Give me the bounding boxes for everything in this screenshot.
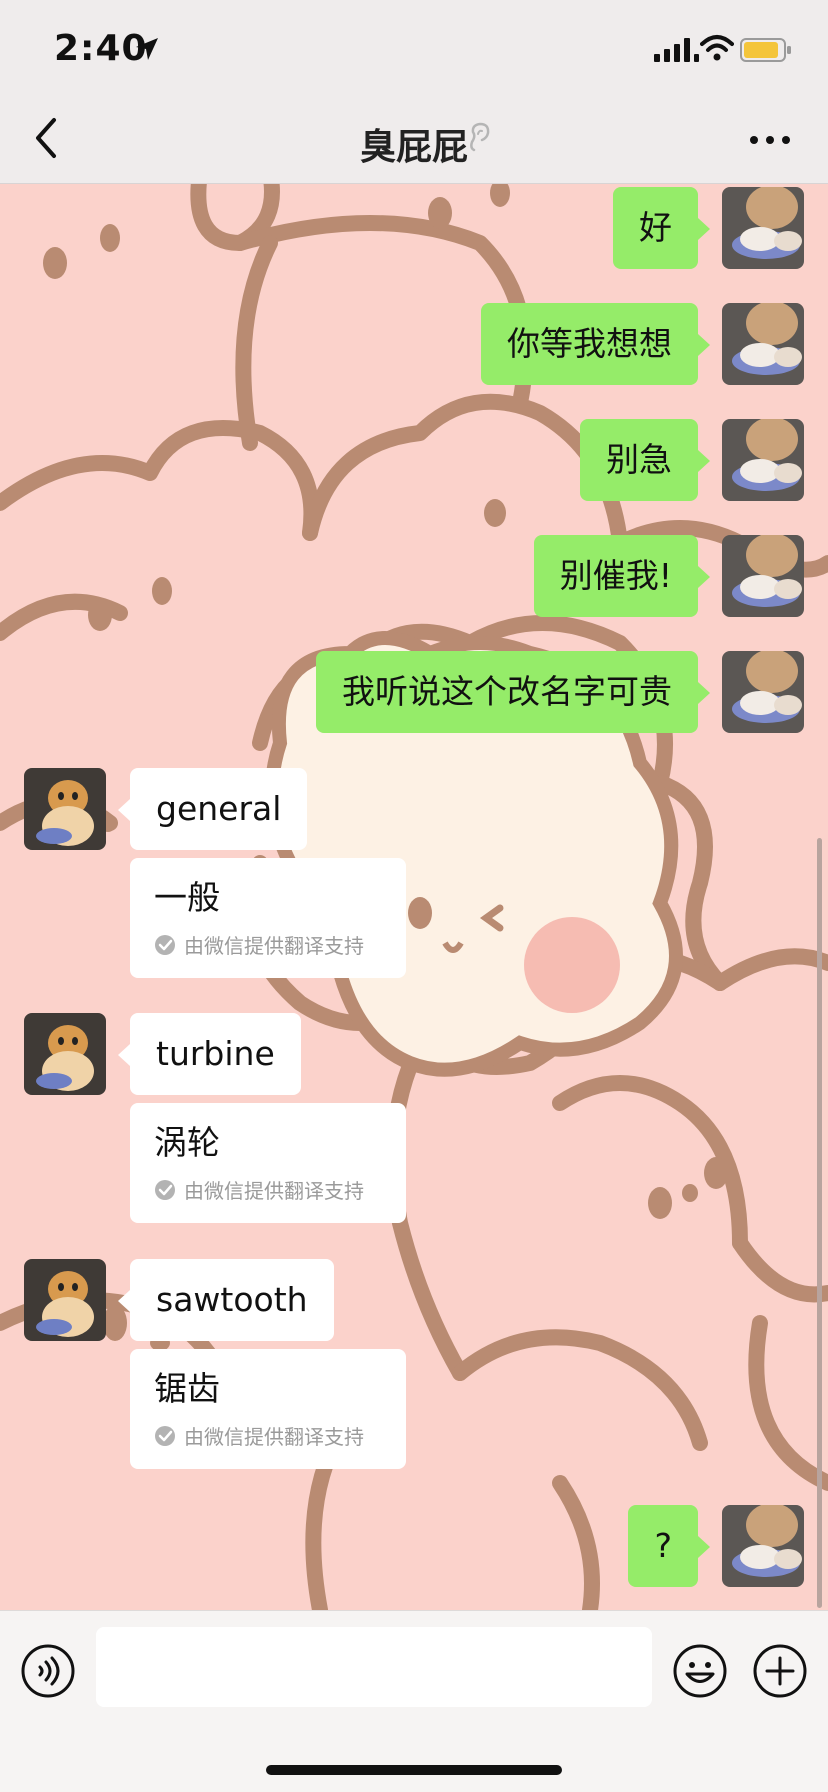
bubble-tail: [118, 1290, 130, 1312]
top-bar: 2:40 臭屁屁: [0, 0, 828, 184]
translation-text: 锯齿: [154, 1369, 220, 1408]
bubble-tail: [698, 334, 710, 356]
message-bubble-mine[interactable]: 别急: [580, 419, 698, 501]
translation-card[interactable]: 一般 由微信提供翻译支持: [130, 858, 406, 978]
translation-note: 由微信提供翻译支持: [154, 930, 382, 959]
translation-text: 一般: [154, 878, 220, 917]
message-bubble-mine[interactable]: 我听说这个改名字可贵: [316, 651, 698, 733]
bubble-tail: [118, 1044, 130, 1066]
message-bubble-contact[interactable]: general: [130, 768, 308, 850]
plus-icon[interactable]: [752, 1643, 808, 1699]
bubble-tail: [698, 682, 710, 704]
my-avatar[interactable]: [722, 419, 804, 501]
voice-icon[interactable]: [20, 1643, 76, 1699]
translation-note: 由微信提供翻译支持: [154, 1421, 382, 1450]
translation-text: 涡轮: [154, 1123, 220, 1162]
battery-icon: [740, 38, 791, 62]
contact-avatar[interactable]: [24, 1259, 106, 1341]
signal-icon: [654, 38, 699, 62]
my-avatar[interactable]: [722, 535, 804, 617]
contact-avatar[interactable]: [24, 768, 106, 850]
translation-card[interactable]: 锯齿 由微信提供翻译支持: [130, 1349, 406, 1469]
check-icon: [155, 1425, 175, 1446]
message-bubble-mine[interactable]: 别催我!: [533, 535, 698, 617]
translation-note-label: 由微信提供翻译支持: [184, 1179, 364, 1203]
contact-avatar[interactable]: [24, 1013, 106, 1095]
ear-icon: [470, 122, 490, 152]
wifi-icon: [700, 35, 734, 61]
message-bubble-contact[interactable]: turbine: [130, 1013, 301, 1095]
chat-screen: 2:40 臭屁屁 好 你等我想想 别急 别催我! 我听说这个改名字可贵 gene…: [0, 0, 828, 1792]
translation-note-label: 由微信提供翻译支持: [184, 1425, 364, 1449]
home-indicator[interactable]: [266, 1765, 562, 1775]
my-avatar[interactable]: [722, 303, 804, 385]
bubble-tail: [698, 218, 710, 240]
check-icon: [155, 1179, 175, 1200]
input-bar: [0, 1610, 828, 1792]
message-bubble-mine[interactable]: 好: [613, 187, 698, 269]
emoji-icon[interactable]: [672, 1643, 728, 1699]
translation-card[interactable]: 涡轮 由微信提供翻译支持: [130, 1103, 406, 1223]
message-bubble-contact[interactable]: sawtooth: [130, 1259, 334, 1341]
bubble-tail: [698, 566, 710, 588]
bubble-tail: [118, 799, 130, 821]
bubble-tail: [698, 450, 710, 472]
translation-note-label: 由微信提供翻译支持: [184, 934, 364, 958]
chat-title: 臭屁屁: [359, 127, 468, 168]
message-list[interactable]: 好 你等我想想 别急 别催我! 我听说这个改名字可贵 general 一般 由微…: [0, 183, 828, 1610]
bubble-tail: [698, 1536, 710, 1558]
more-dots-icon[interactable]: [746, 130, 794, 150]
translation-note: 由微信提供翻译支持: [154, 1175, 382, 1204]
location-arrow-icon: [136, 38, 158, 60]
message-bubble-mine[interactable]: ?: [628, 1505, 698, 1587]
check-icon: [155, 934, 175, 955]
my-avatar[interactable]: [722, 651, 804, 733]
my-avatar[interactable]: [722, 187, 804, 269]
scrollbar[interactable]: [817, 838, 822, 1608]
message-bubble-mine[interactable]: 你等我想想: [481, 303, 698, 385]
message-input[interactable]: [96, 1627, 652, 1707]
my-avatar[interactable]: [722, 1505, 804, 1587]
